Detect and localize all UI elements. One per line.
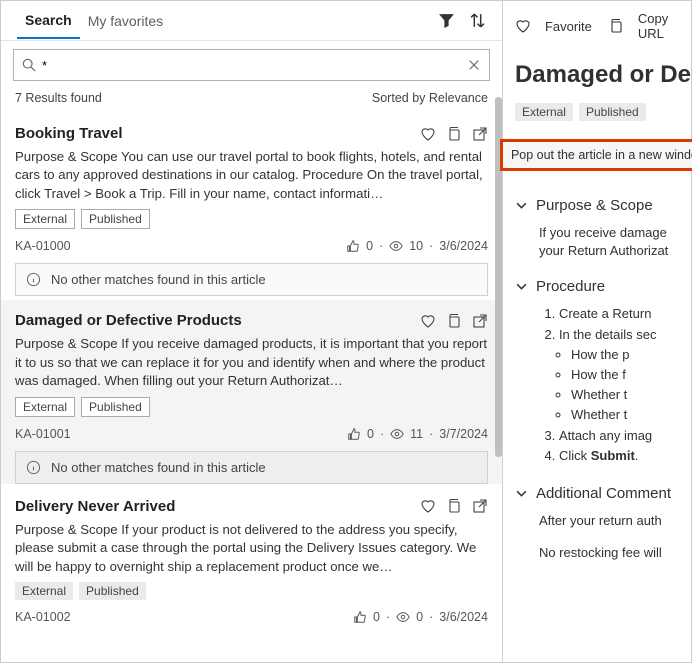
tag: Published — [79, 582, 146, 600]
result-card[interactable]: Booking Travel Purpose & Scope You can u… — [1, 115, 502, 296]
filter-icon[interactable] — [438, 12, 455, 29]
favorite-label[interactable]: Favorite — [545, 19, 592, 34]
result-stats: 0 · 10 · 3/6/2024 — [346, 239, 488, 253]
tab-favorites[interactable]: My favorites — [80, 3, 171, 38]
result-id: KA-01002 — [15, 610, 353, 624]
heart-icon[interactable] — [515, 18, 531, 34]
tag: External — [15, 582, 73, 600]
results-count: 7 Results found — [15, 91, 102, 105]
section-procedure[interactable]: Procedure — [515, 278, 691, 295]
heart-icon[interactable] — [420, 126, 436, 142]
link-icon[interactable] — [446, 498, 462, 514]
clear-icon[interactable] — [467, 58, 481, 72]
link-icon[interactable] — [446, 313, 462, 329]
section-purpose-scope[interactable]: Purpose & Scope — [515, 197, 691, 214]
tag: External — [15, 397, 75, 417]
result-id: KA-01001 — [15, 427, 347, 441]
result-stats: 0 · 0 · 3/6/2024 — [353, 610, 488, 624]
tab-search[interactable]: Search — [17, 2, 80, 39]
result-snippet: Purpose & Scope If you receive damaged p… — [15, 335, 488, 390]
result-stats: 0 · 11 · 3/7/2024 — [347, 427, 488, 441]
tag: External — [15, 209, 75, 229]
copy-label[interactable]: Copy URL — [638, 11, 691, 41]
result-card[interactable]: Damaged or Defective Products Purpose & … — [1, 300, 502, 483]
heart-icon[interactable] — [420, 498, 436, 514]
sort-icon[interactable] — [469, 12, 486, 29]
popout-tooltip: Pop out the article in a new window — [500, 139, 692, 171]
popout-icon[interactable] — [472, 498, 488, 514]
result-title: Delivery Never Arrived — [15, 498, 420, 515]
no-match-banner: No other matches found in this article — [15, 451, 488, 484]
tag: Published — [81, 397, 150, 417]
result-title: Damaged or Defective Products — [15, 312, 420, 329]
no-match-banner: No other matches found in this article — [15, 263, 488, 296]
section-additional[interactable]: Additional Comment — [515, 485, 691, 502]
popout-icon[interactable] — [472, 126, 488, 142]
heart-icon[interactable] — [420, 313, 436, 329]
article-title: Damaged or De — [515, 61, 691, 89]
result-snippet: Purpose & Scope You can use our travel p… — [15, 148, 488, 203]
sort-label: Sorted by Relevance — [372, 91, 488, 105]
search-icon — [22, 58, 36, 72]
popout-icon[interactable] — [472, 313, 488, 329]
results-list: Booking Travel Purpose & Scope You can u… — [1, 115, 502, 662]
result-snippet: Purpose & Scope If your product is not d… — [15, 521, 488, 576]
tag-external: External — [515, 103, 573, 121]
result-title: Booking Travel — [15, 125, 420, 142]
link-icon[interactable] — [446, 126, 462, 142]
tag-published: Published — [579, 103, 646, 121]
result-id: KA-01000 — [15, 239, 346, 253]
tag: Published — [81, 209, 150, 229]
search-input[interactable] — [42, 58, 461, 73]
result-card[interactable]: Delivery Never Arrived Purpose & Scope I… — [1, 488, 502, 634]
copy-icon[interactable] — [608, 18, 624, 34]
